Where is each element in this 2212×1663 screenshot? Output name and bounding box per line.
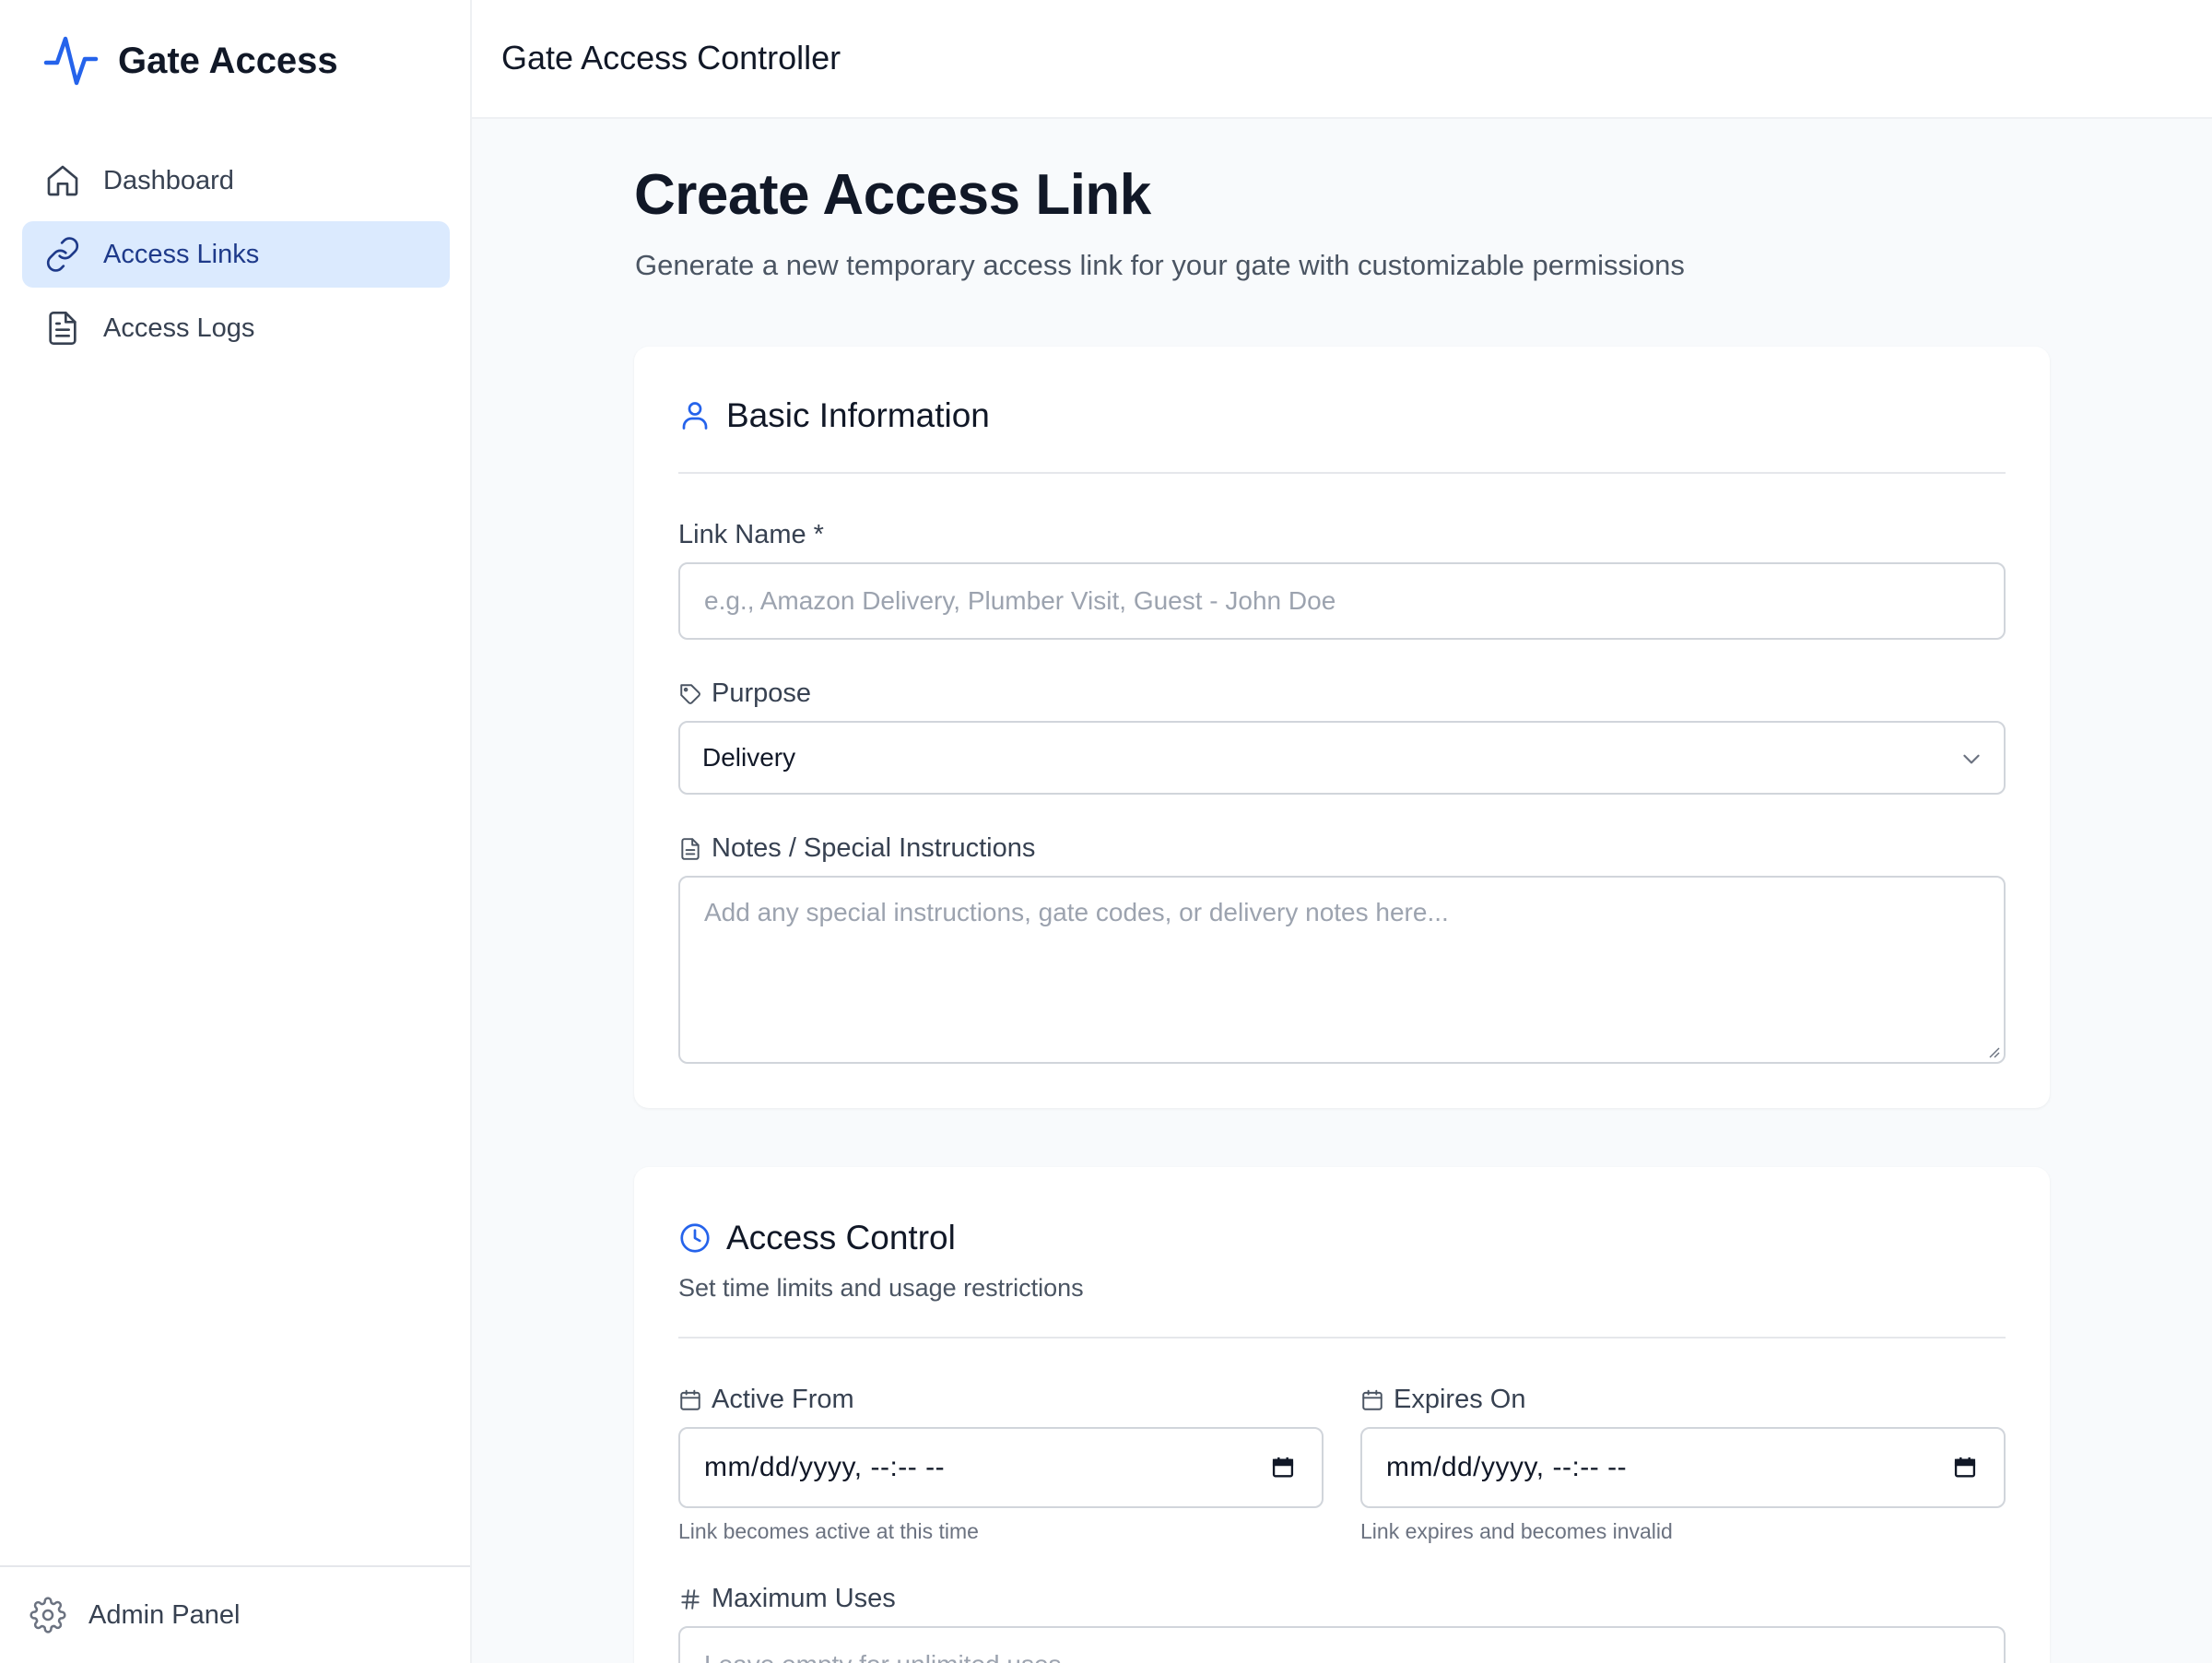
gear-icon — [29, 1597, 66, 1634]
divider — [678, 472, 2006, 474]
user-icon — [682, 402, 708, 430]
expires-on-help: Link expires and becomes invalid — [1360, 1519, 1673, 1543]
maximum-uses-input[interactable]: Leave empty for unlimited uses — [678, 1626, 2006, 1663]
link-name-label: Link Name * — [678, 520, 824, 550]
active-from-datetime-input[interactable]: mm/dd/yyyy, --:-- -- — [678, 1427, 1324, 1508]
active-from-label-text: Active From — [712, 1385, 854, 1414]
access-control-description: Set time limits and usage restrictions — [678, 1274, 1084, 1302]
page-subtitle: Generate a new temporary access link for… — [635, 249, 1685, 281]
divider — [678, 1337, 2006, 1339]
topbar-title: Gate Access Controller — [501, 39, 841, 77]
basic-information-card: Basic Information Link Name * e.g., Amaz… — [634, 347, 2050, 1108]
purpose-label: Purpose — [678, 678, 811, 709]
activity-icon — [43, 36, 99, 86]
calendar-picker-icon[interactable] — [1270, 1455, 1296, 1480]
calendar-picker-icon[interactable] — [1952, 1455, 1978, 1480]
sidebar-nav: Dashboard Access Links Access Logs — [22, 147, 450, 369]
brand-name: Gate Access — [118, 40, 338, 81]
notes-label-text: Notes / Special Instructions — [712, 833, 1036, 863]
tag-icon — [680, 683, 700, 704]
clock-icon — [680, 1223, 710, 1253]
top-bar: Gate Access Controller — [472, 0, 2212, 119]
maximum-uses-label: Maximum Uses — [678, 1584, 896, 1614]
sidebar-item-label: Access Logs — [103, 313, 255, 343]
expires-on-datetime-input[interactable]: mm/dd/yyyy, --:-- -- — [1360, 1427, 2006, 1508]
file-text-icon — [49, 312, 76, 345]
chevron-down-icon — [1963, 754, 1980, 764]
sidebar: Gate Access Dashboard Access Links Acces… — [0, 0, 472, 1663]
link-name-input[interactable]: e.g., Amazon Delivery, Plumber Visit, Gu… — [678, 562, 2006, 640]
expires-on-label-text: Expires On — [1394, 1385, 1526, 1414]
expires-on-value: mm/dd/yyyy, --:-- -- — [1386, 1452, 1628, 1482]
sidebar-item-label: Dashboard — [103, 165, 234, 195]
purpose-select[interactable]: Delivery — [678, 721, 2006, 795]
calendar-icon — [1362, 1389, 1382, 1410]
hash-icon — [681, 1588, 700, 1610]
notes-placeholder: Add any special instructions, gate codes… — [704, 898, 1449, 926]
active-from-help: Link becomes active at this time — [678, 1519, 979, 1543]
calendar-icon — [680, 1389, 700, 1410]
expires-on-label: Expires On — [1360, 1385, 1525, 1415]
active-from-label: Active From — [678, 1385, 854, 1415]
link-icon — [46, 237, 79, 272]
basic-information-heading: Basic Information — [678, 396, 990, 435]
notes-textarea[interactable]: Add any special instructions, gate codes… — [678, 876, 2006, 1064]
sidebar-item-label: Access Links — [103, 239, 260, 269]
resize-handle-icon[interactable] — [1985, 1044, 2000, 1058]
purpose-selected-value: Delivery — [702, 743, 796, 772]
home-icon — [47, 165, 78, 196]
active-from-value: mm/dd/yyyy, --:-- -- — [704, 1452, 946, 1482]
admin-panel-label: Admin Panel — [88, 1599, 241, 1630]
sidebar-item-dashboard[interactable]: Dashboard — [22, 147, 450, 214]
page-title: Create Access Link — [634, 163, 1151, 227]
access-control-card: Access Control Set time limits and usage… — [634, 1167, 2050, 1663]
notes-label: Notes / Special Instructions — [678, 833, 1035, 864]
card-title: Basic Information — [726, 396, 990, 434]
link-name-label-text: Link Name * — [678, 520, 824, 549]
brand[interactable]: Gate Access — [42, 33, 338, 88]
purpose-label-text: Purpose — [712, 678, 812, 708]
card-title: Access Control — [726, 1219, 956, 1256]
maximum-uses-label-text: Maximum Uses — [712, 1584, 896, 1613]
access-control-heading: Access Control — [678, 1219, 956, 1257]
admin-panel-link[interactable]: Admin Panel — [0, 1565, 470, 1663]
sidebar-item-access-links[interactable]: Access Links — [22, 221, 450, 288]
sidebar-item-access-logs[interactable]: Access Logs — [22, 295, 450, 361]
file-text-icon — [681, 837, 700, 860]
maximum-uses-placeholder: Leave empty for unlimited uses — [704, 1650, 1062, 1663]
link-name-placeholder: e.g., Amazon Delivery, Plumber Visit, Gu… — [704, 586, 1336, 615]
